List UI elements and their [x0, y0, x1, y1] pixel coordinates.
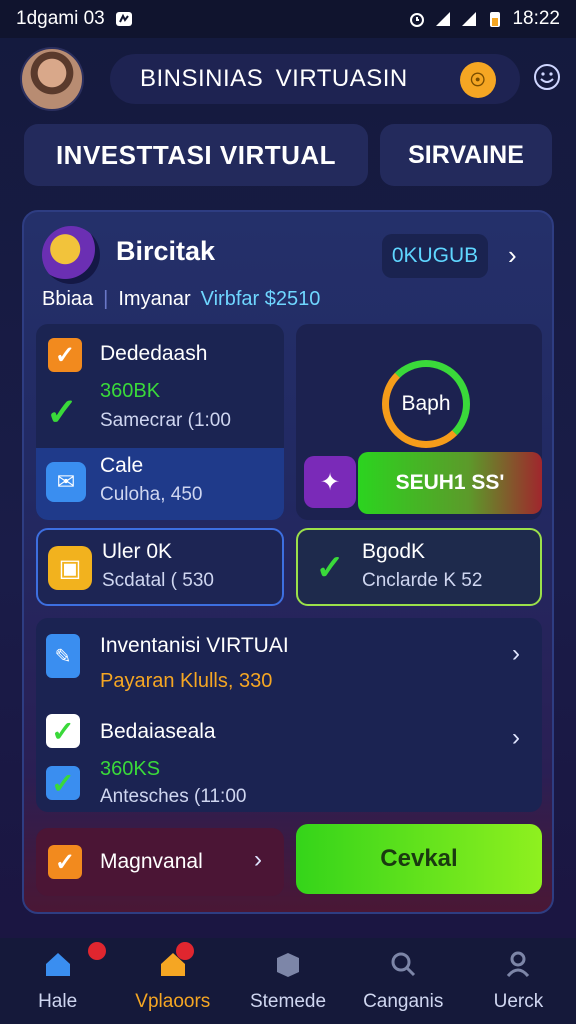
tab-investasi-virtual[interactable]: INVESTTASI VIRTUAL [24, 124, 368, 186]
envelope-check-icon: ✉ [46, 462, 86, 502]
app-header: BINSINIAS VIRTUASIN ☉ [20, 46, 564, 112]
alarm-icon [408, 10, 426, 28]
search-icon [388, 950, 418, 985]
uler-title: Uler 0K [102, 540, 173, 563]
sub-a: Bbiaa [42, 288, 94, 310]
smiley-icon[interactable] [530, 60, 564, 94]
nav-label: Uerck [493, 990, 544, 1012]
magnvanal-row[interactable]: ✓ Magnvanal › [36, 828, 284, 896]
chevron-right-icon[interactable]: › [508, 240, 517, 271]
checkbox-orange-icon[interactable]: ✓ [48, 845, 82, 879]
card-subtitle: Samecrar (1:00 [100, 410, 231, 431]
battery-icon [486, 10, 504, 28]
nav-stemede[interactable]: Stemede [230, 938, 345, 1024]
notification-dot [88, 942, 106, 960]
magnvanal-label: Magnvanal [100, 850, 203, 873]
nav-canganis[interactable]: Canganis [346, 938, 461, 1024]
panel-subline: Bbiaa | Imyanar Virbfar $2510 [42, 288, 320, 311]
panel-title: Bircitak [116, 236, 216, 266]
signal-icon-2 [460, 10, 478, 28]
cale-sub: Culoha, 450 [100, 484, 203, 505]
check-shield-icon: ✓ [315, 549, 345, 587]
user-icon [503, 950, 533, 985]
coin-icon[interactable]: ☉ [460, 62, 496, 98]
notification-dot [176, 942, 195, 960]
cale-title: Cale [100, 454, 144, 477]
main-panel: Bircitak 0KUGUB › Bbiaa | Imyanar Virbfa… [22, 210, 554, 914]
check-green-icon: ✓ [46, 392, 78, 434]
status-time: 18:22 [512, 8, 560, 29]
gold-bar-icon [42, 226, 100, 284]
tab-sirvaine[interactable]: SIRVAINE [380, 124, 552, 186]
bgodk-title: BgodK [362, 540, 426, 563]
notification-icon [115, 10, 133, 28]
card-amount: 360BK [100, 380, 161, 402]
ticket-icon[interactable]: ✦ [304, 456, 356, 508]
card-baph[interactable]: Baph ✦ SEUH1 SS' [296, 324, 542, 520]
gold-block-icon: ▣ [48, 546, 92, 590]
status-badge: 0KUGUB [382, 234, 488, 278]
bottom-nav: Hale Vplaoors Stemede Canganis Uerck [0, 938, 576, 1024]
list-item-2-amount: 360KS [100, 758, 161, 780]
checkbox-orange-icon[interactable]: ✓ [48, 338, 82, 372]
chevron-right-icon[interactable]: › [254, 846, 262, 874]
sub-c: Virbfar $2510 [200, 288, 321, 310]
status-left-text: 1dgami 03 [16, 8, 105, 29]
investment-list: ✎ Inventanisi VIRTUAI Payaran Klulls, 33… [36, 618, 542, 812]
separator: | [103, 288, 109, 310]
bgodk-sub: Cnclarde K 52 [362, 570, 483, 591]
list-item-1-title[interactable]: Inventanisi VIRTUAI [100, 634, 289, 658]
card-uler[interactable]: ▣ Uler 0K Scdatal ( 530 [36, 528, 284, 606]
list-item-2-title[interactable]: Bedaiaseala [100, 720, 216, 744]
card-cale[interactable]: ✉ Cale Culoha, 450 [36, 448, 284, 520]
nav-label: Vplaoors [135, 990, 211, 1012]
box-icon [273, 950, 303, 985]
nav-vplaoors[interactable]: Vplaoors [115, 938, 230, 1024]
checkbox-blue-icon[interactable]: ✓ [46, 766, 80, 800]
seuh-button[interactable]: SEUH1 SS' [358, 452, 542, 514]
list-item-2-sub: Antesches (11:00 [100, 786, 247, 807]
ring-label: Baph [401, 392, 451, 415]
cevkal-button[interactable]: Cevkal [296, 824, 542, 894]
home-icon [43, 950, 73, 985]
checkbox-checked-icon[interactable]: ✓ [46, 714, 80, 748]
progress-ring: Baph [382, 360, 470, 448]
list-item-1-sub: Payaran Klulls, 330 [100, 670, 273, 692]
card-bgodk[interactable]: ✓ BgodK Cnclarde K 52 [296, 528, 542, 606]
calendar-icon: ✎ [46, 634, 80, 678]
card-title: Dededaash [100, 342, 208, 365]
header-title: BINSINIAS VIRTUASIN [140, 65, 408, 92]
nav-label: Stemede [249, 990, 327, 1012]
header-title-bar: BINSINIAS VIRTUASIN ☉ [110, 54, 520, 104]
chevron-right-icon[interactable]: › [512, 724, 520, 752]
status-bar: 1dgami 03 18:22 [0, 0, 576, 38]
nav-label: Canganis [363, 990, 444, 1012]
nav-uerck[interactable]: Uerck [461, 938, 576, 1024]
signal-icon [434, 10, 452, 28]
avatar[interactable] [20, 47, 84, 111]
chevron-right-icon[interactable]: › [512, 640, 520, 668]
sub-b: Imyanar [118, 288, 191, 310]
card-dededaash[interactable]: ✓ Dededaash ✓ 360BK Samecrar (1:00 ✉ Cal… [36, 324, 284, 520]
uler-sub: Scdatal ( 530 [102, 570, 214, 591]
nav-label: Hale [38, 990, 78, 1012]
nav-home[interactable]: Hale [0, 938, 115, 1024]
